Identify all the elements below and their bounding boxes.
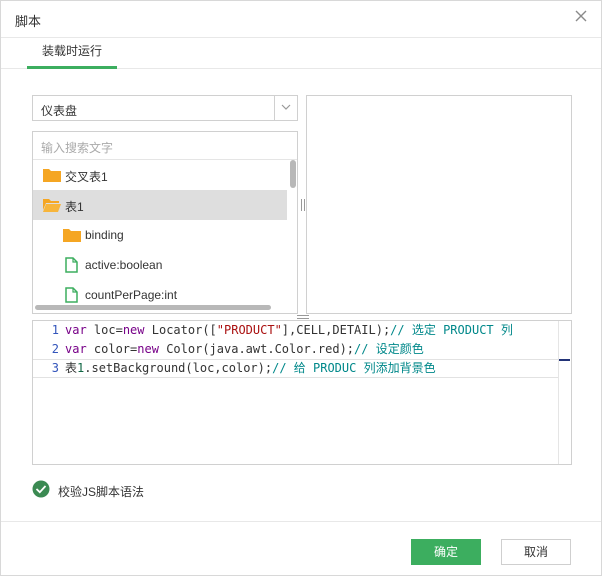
check-circle-icon[interactable] [32,480,50,501]
tree-item-crosstab1[interactable]: 交叉表1 [33,160,287,190]
tree-item-label: countPerPage:int [85,288,178,302]
dialog-title: 脚本 [15,14,42,29]
code-token: var [65,342,87,356]
code-line[interactable]: 3 表1.setBackground(loc,color);// 给 PRODUC… [33,359,558,378]
tree-item-table1[interactable]: 表1 [33,190,287,220]
validate-label: 校验JS脚本语法 [58,485,145,499]
line-number: 2 [51,342,59,356]
chevron-down-icon[interactable] [274,96,297,120]
code-token: Locator([ [144,323,217,337]
code-token: color [86,342,131,356]
code-token: // 设定颜色 [354,342,424,356]
folder-icon [43,167,61,185]
code-text: 表1.setBackground(loc,color);// 给 PRODUC … [65,360,436,377]
code-token: new [122,323,145,337]
component-tree: 输入搜索文字 交叉表1 表1 binding active:boolean co… [32,131,298,314]
code-token: Color(java.awt.Color.red); [158,342,355,356]
code-token: .setBackground(loc,color); [84,361,273,375]
script-dialog: 脚本 装载时运行 仪表盘 输入搜索文字 交叉表1 表1 binding acti… [0,0,602,576]
code-token: "PRODUCT" [216,323,282,337]
folder-icon [63,227,81,245]
code-text: var loc=new Locator(["PRODUCT"],CELL,DET… [65,321,513,340]
cursor-marker [559,359,570,361]
ok-button[interactable]: 确定 [411,539,481,565]
tree-vertical-scrollbar[interactable] [290,160,296,188]
search-placeholder: 输入搜索文字 [41,141,114,155]
code-line[interactable]: 1 var loc=new Locator(["PRODUCT"],CELL,DE… [33,321,558,340]
file-icon [65,287,78,306]
tree-item-label: binding [85,228,124,242]
tab-on-load[interactable]: 装载时运行 [27,38,117,69]
vertical-splitter-handle[interactable] [301,199,305,211]
tab-bar: 装载时运行 [1,38,601,69]
code-token: // 给 PRODUC 列添加背景色 [272,361,436,375]
code-token: // 选定 PRODUCT 列 [390,323,513,337]
dialog-footer: 确定 取消 [1,521,601,576]
file-icon [65,257,78,276]
line-number: 3 [51,361,59,375]
tree-item-label: active:boolean [85,258,163,272]
search-input[interactable]: 输入搜索文字 [33,132,297,160]
tree-horizontal-scrollbar[interactable] [35,305,271,310]
code-token: var [65,323,87,337]
tree-item-binding[interactable]: binding [33,220,287,250]
code-token: ],CELL,DETAIL); [281,323,391,337]
horizontal-splitter-handle[interactable] [297,315,309,319]
tree-item-label: 交叉表1 [65,170,108,184]
component-dropdown[interactable]: 仪表盘 [32,95,298,121]
close-icon[interactable] [573,10,589,26]
editor-right-border [558,321,559,464]
line-number: 1 [51,323,59,337]
folder-open-icon [43,197,61,215]
dropdown-value: 仪表盘 [41,104,78,118]
cancel-button[interactable]: 取消 [501,539,571,565]
tree-item-active[interactable]: active:boolean [33,250,287,280]
tree-item-label: 表1 [65,200,84,214]
code-token: 表 [65,361,78,375]
script-editor[interactable]: 1 var loc=new Locator(["PRODUCT"],CELL,DE… [32,320,572,465]
code-text: var color=new Color(java.awt.Color.red);… [65,340,424,359]
code-token: new [137,342,159,356]
property-pane [306,95,572,314]
code-token: loc [86,323,116,337]
code-token: = [115,323,123,337]
dialog-titlebar: 脚本 [1,1,601,38]
code-line[interactable]: 2 var color=new Color(java.awt.Color.red)… [33,340,558,359]
